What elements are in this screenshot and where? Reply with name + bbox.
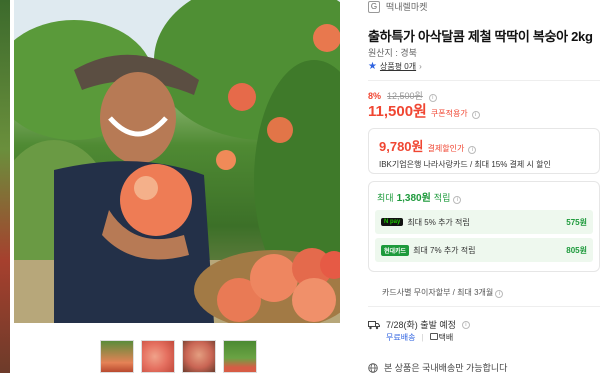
left-edge-image-strip — [0, 0, 10, 373]
sale-price: 11,500원 — [368, 103, 427, 120]
box-icon — [429, 333, 438, 340]
truck-icon — [368, 320, 380, 329]
main-product-image[interactable] — [14, 0, 340, 323]
divider — [368, 306, 600, 307]
card-discount-price: 9,780원 — [379, 139, 424, 154]
installment-info: 카드사별 무이자할부 / 최대 3개월 i — [382, 287, 504, 298]
domestic-shipping-note: 본 상품은 국내배송만 가능합니다 — [368, 361, 507, 373]
npay-badge-icon: N pay — [381, 218, 404, 226]
divider — [368, 80, 600, 81]
info-icon[interactable]: i — [453, 196, 462, 204]
thumbnail-2[interactable] — [141, 340, 175, 373]
info-icon[interactable]: i — [495, 290, 504, 298]
thumbnail-4[interactable] — [223, 340, 257, 373]
thumbnail-strip — [100, 340, 257, 373]
points-max-prefix: 최대 — [377, 193, 394, 203]
chevron-right-icon: › — [419, 62, 422, 71]
points-item-text: 최대 5% 추가 적립 — [407, 217, 470, 227]
installment-text: 카드사별 무이자할부 / 최대 3개월 — [382, 288, 494, 297]
shipping-row: 7/28(화) 출발 예정 i — [368, 318, 470, 331]
info-icon[interactable]: i — [461, 320, 470, 329]
thumbnail-1[interactable] — [100, 340, 134, 373]
shipping-details: 무료배송 | 택배 — [386, 332, 454, 343]
hyundai-card-badge-icon: 현대카드 — [381, 244, 410, 256]
store-row[interactable]: G 떡내렐마켓 — [368, 0, 427, 13]
info-icon[interactable]: i — [468, 146, 477, 154]
card-discount-description: IBK기업은행 나라사랑카드 / 최대 15% 결제 시 할인 — [379, 160, 551, 169]
product-origin: 원산지 : 경북 — [368, 48, 417, 58]
shipping-date: 7/28(화) 출발 예정 — [386, 320, 456, 330]
review-row[interactable]: ★ 상품평 0개 › — [368, 61, 422, 72]
points-box: 최대 1,380원 적립 i N pay 최대 5% 추가 적립 575원 현대… — [368, 181, 600, 272]
points-item-value: 575원 — [566, 217, 587, 227]
points-header: 최대 1,380원 적립 i — [375, 189, 593, 204]
courier-text: 택배 — [438, 333, 454, 342]
thumbnail-3[interactable] — [182, 340, 216, 373]
points-item-hyundai-card: 현대카드 최대 7% 추가 적립 805원 — [375, 238, 593, 262]
points-item-npay: N pay 최대 5% 추가 적립 575원 — [375, 210, 593, 234]
card-discount-box: 9,780원 결제할인가 i IBK기업은행 나라사랑카드 / 최대 15% 결… — [368, 128, 600, 174]
store-logo-icon: G — [368, 0, 380, 13]
points-max-value: 1,380원 — [396, 193, 431, 204]
points-item-text: 최대 7% 추가 적립 — [413, 245, 476, 255]
card-discount-label: 결제할인가 — [427, 144, 465, 153]
product-title: 출하특가 아삭달콤 제철 딱딱이 복숭아 2kg — [368, 29, 593, 44]
points-item-value: 805원 — [566, 245, 587, 255]
globe-icon — [368, 362, 378, 373]
price-row: 11,500원 쿠폰적용가 i — [368, 100, 480, 121]
info-icon[interactable]: i — [471, 111, 480, 119]
points-max-suffix: 적립 — [433, 193, 451, 203]
review-count-link[interactable]: 상품평 0개 — [380, 61, 416, 72]
coupon-price-label: 쿠폰적용가 — [430, 109, 468, 118]
courier-label: 택배 — [429, 332, 454, 343]
star-icon: ★ — [368, 61, 377, 72]
store-name[interactable]: 떡내렐마켓 — [386, 0, 427, 13]
free-shipping-label: 무료배송 — [386, 333, 416, 342]
note-text: 본 상품은 국내배송만 가능합니다 — [384, 363, 508, 373]
